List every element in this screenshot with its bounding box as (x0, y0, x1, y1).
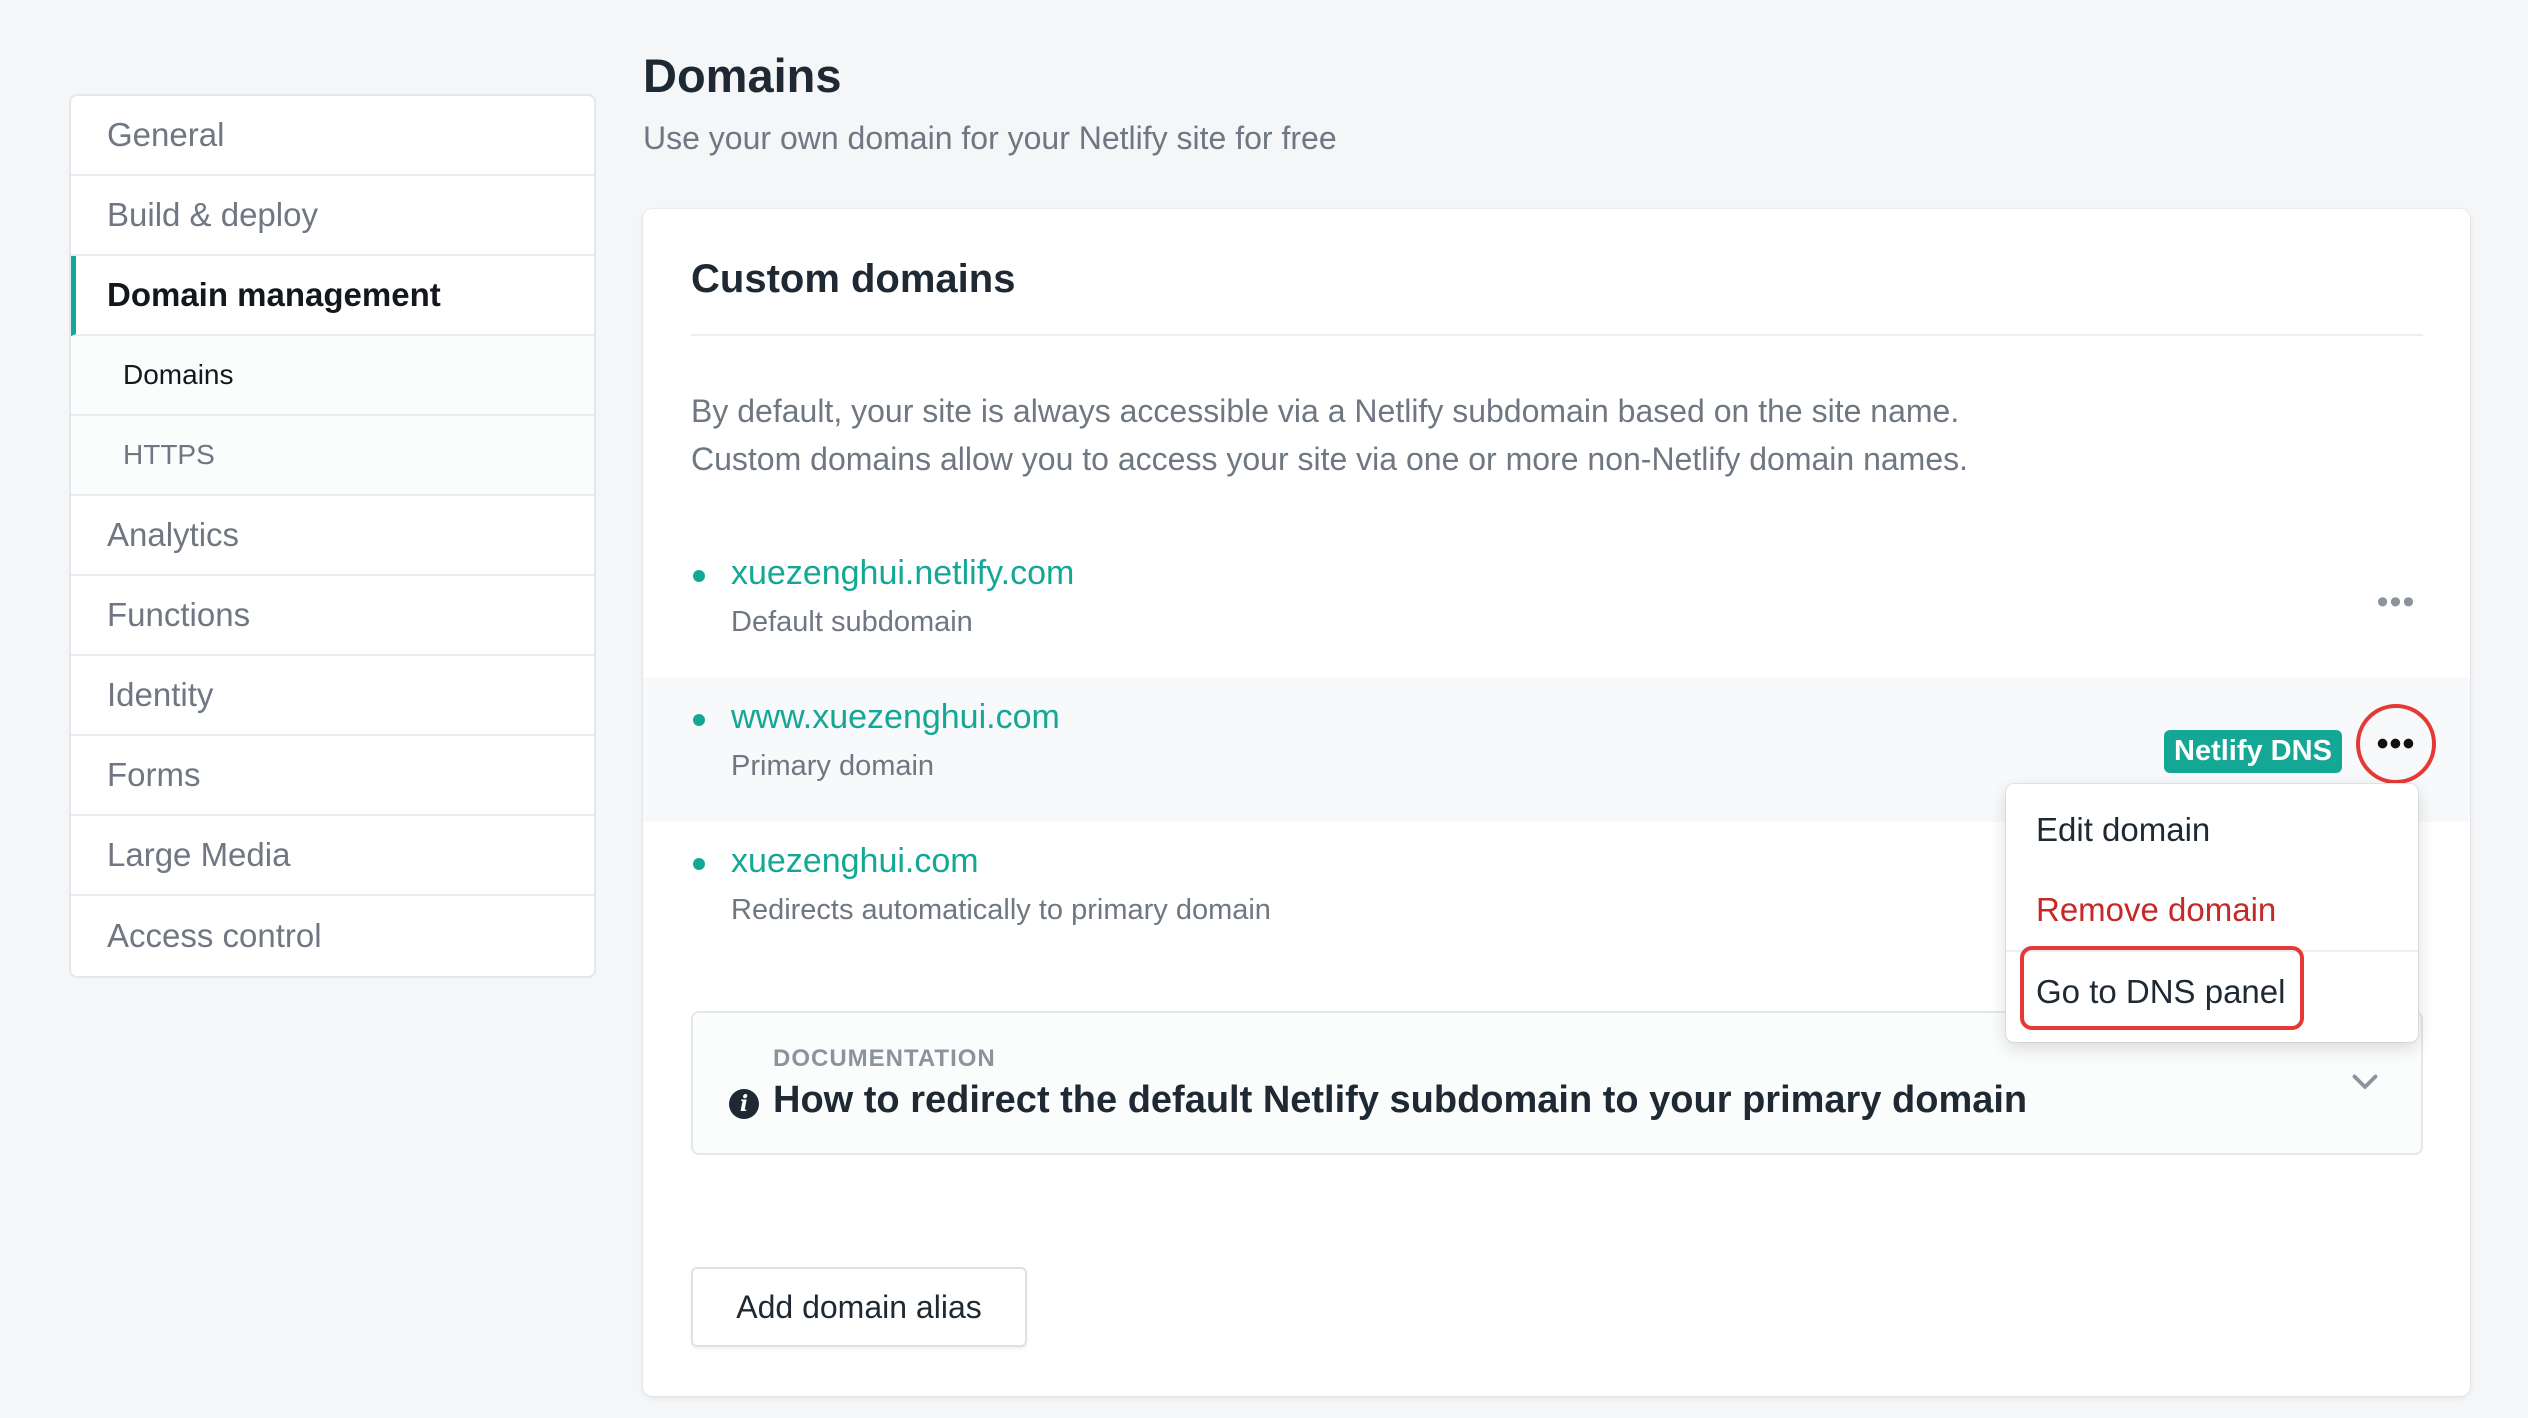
domain-options-menu: Edit domain Remove domain Go to DNS pane… (2006, 784, 2418, 1042)
more-options-button[interactable]: ••• (2366, 582, 2426, 622)
sidebar-item-analytics[interactable]: Analytics (71, 496, 594, 576)
sidebar-item-forms[interactable]: Forms (71, 736, 594, 816)
divider (691, 334, 2423, 336)
more-options-button[interactable]: ••• (2356, 704, 2436, 784)
sidebar-item-access-control[interactable]: Access control (71, 896, 594, 976)
sidebar-item-general[interactable]: General (71, 96, 594, 176)
domain-note: Primary domain (731, 750, 935, 782)
page-title: Domains (643, 49, 842, 102)
status-dot (693, 714, 705, 726)
sidebar-item-large-media[interactable]: Large Media (71, 816, 594, 896)
info-icon: i (729, 1089, 759, 1119)
netlify-dns-badge: Netlify DNS (2164, 730, 2342, 773)
card-description: By default, your site is always accessib… (691, 387, 2391, 483)
status-dot (693, 570, 705, 582)
description-line: By default, your site is always accessib… (691, 393, 1960, 429)
domain-link[interactable]: xuezenghui.com (731, 842, 979, 881)
domain-link[interactable]: xuezenghui.netlify.com (731, 554, 1074, 593)
domain-note: Redirects automatically to primary domai… (731, 894, 1271, 926)
sidebar-item-domain-management[interactable]: Domain management (71, 256, 594, 336)
chevron-down-icon[interactable] (2347, 1063, 2383, 1099)
sidebar-subitem-domains[interactable]: Domains (71, 336, 594, 416)
sidebar-item-build-deploy[interactable]: Build & deploy (71, 176, 594, 256)
settings-sidebar: General Build & deploy Domain management… (69, 94, 596, 978)
menu-item-edit-domain[interactable]: Edit domain (2006, 792, 2418, 868)
page-subtitle: Use your own domain for your Netlify sit… (643, 120, 1337, 156)
documentation-title[interactable]: How to redirect the default Netlify subd… (773, 1079, 2027, 1122)
documentation-label: DOCUMENTATION (773, 1045, 996, 1072)
domain-row: xuezenghui.netlify.com Default subdomain… (643, 534, 2470, 678)
domain-link[interactable]: www.xuezenghui.com (731, 698, 1060, 737)
sidebar-item-identity[interactable]: Identity (71, 656, 594, 736)
sidebar-subitem-https[interactable]: HTTPS (71, 416, 594, 496)
domain-note: Default subdomain (731, 606, 973, 638)
description-line: Custom domains allow you to access your … (691, 441, 1969, 477)
status-dot (693, 858, 705, 870)
sidebar-item-functions[interactable]: Functions (71, 576, 594, 656)
card-title: Custom domains (691, 257, 1016, 301)
menu-item-remove-domain[interactable]: Remove domain (2006, 872, 2418, 948)
page: General Build & deploy Domain management… (0, 0, 2528, 1418)
add-domain-alias-button[interactable]: Add domain alias (691, 1267, 1027, 1347)
highlight-ring (2020, 946, 2304, 1030)
